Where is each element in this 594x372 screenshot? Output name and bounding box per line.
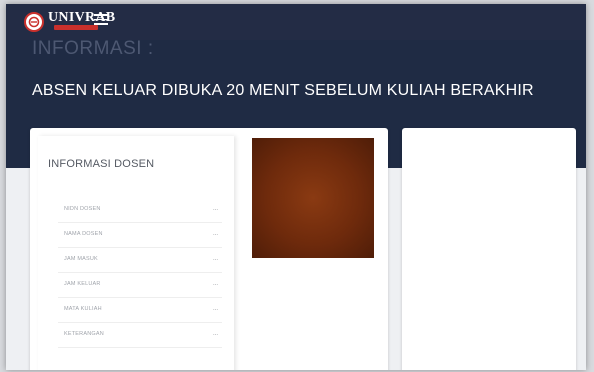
row-value: ... xyxy=(212,331,218,337)
lecturer-photo xyxy=(252,138,374,258)
lecturer-info-panel: INFORMASI DOSEN NIDN DOSEN ... NAMA DOSE… xyxy=(38,136,234,370)
panel-title: INFORMASI DOSEN xyxy=(48,158,155,170)
row-value: ... xyxy=(212,256,218,262)
info-row-jam-keluar: JAM KELUAR ... xyxy=(58,273,222,298)
row-label: NAMA DOSEN xyxy=(64,231,103,237)
row-value: ... xyxy=(212,306,218,312)
row-value: ... xyxy=(212,206,218,212)
row-label: NIDN DOSEN xyxy=(64,206,101,212)
info-row-mata-kuliah: MATA KULIAH ... xyxy=(58,298,222,323)
info-row-keterangan: KETERANGAN ... xyxy=(58,323,222,348)
top-navbar: UNIVRAB xyxy=(6,4,586,40)
row-value: ... xyxy=(212,281,218,287)
lecturer-card: INFORMASI DOSEN NIDN DOSEN ... NAMA DOSE… xyxy=(30,128,388,370)
lecturer-info-list: NIDN DOSEN ... NAMA DOSEN ... JAM MASUK … xyxy=(58,198,222,348)
info-row-nama: NAMA DOSEN ... xyxy=(58,223,222,248)
hamburger-menu-icon[interactable] xyxy=(94,14,108,26)
row-label: MATA KULIAH xyxy=(64,306,102,312)
side-card xyxy=(402,128,576,370)
brand-ribbon xyxy=(54,25,98,30)
university-logo-icon xyxy=(24,12,44,32)
info-heading: INFORMASI : xyxy=(32,38,154,59)
announcement-text: ABSEN KELUAR DIBUKA 20 MENIT SEBELUM KUL… xyxy=(32,82,534,99)
app-window: UNIVRAB INFORMASI : ABSEN KELUAR DIBUKA … xyxy=(6,4,586,370)
row-label: KETERANGAN xyxy=(64,331,104,337)
info-row-jam-masuk: JAM MASUK ... xyxy=(58,248,222,273)
row-value: ... xyxy=(212,231,218,237)
row-label: JAM KELUAR xyxy=(64,281,101,287)
row-label: JAM MASUK xyxy=(64,256,98,262)
info-row-nidn: NIDN DOSEN ... xyxy=(58,198,222,223)
